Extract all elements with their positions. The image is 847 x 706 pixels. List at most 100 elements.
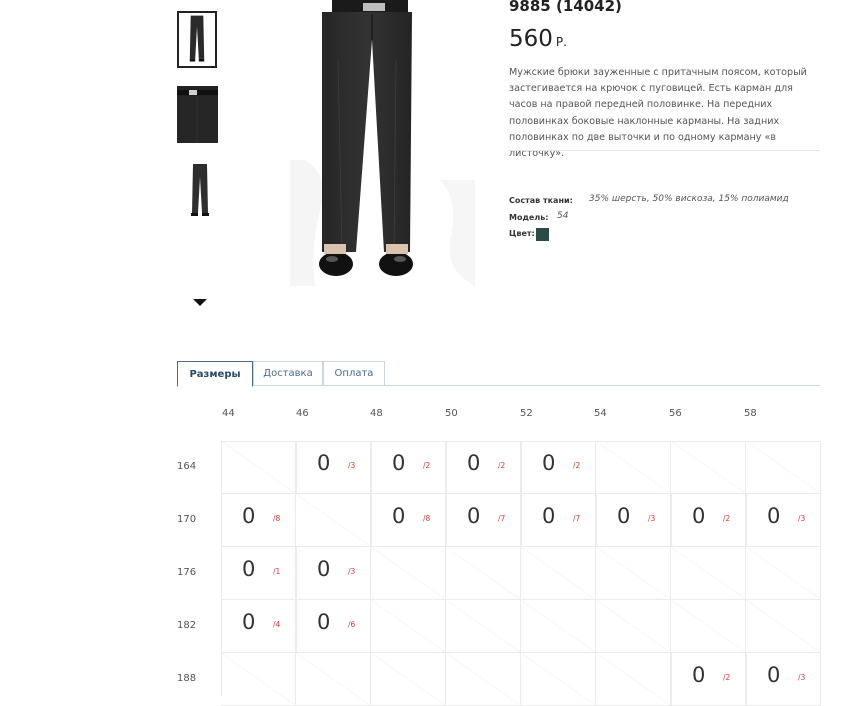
size-cell-available[interactable]: 0/3 <box>296 441 371 494</box>
size-column-header: 56 <box>669 408 682 419</box>
size-stock-count: /3 <box>348 567 356 576</box>
size-stock-count: /2 <box>498 461 506 470</box>
size-stock-count: /3 <box>348 461 356 470</box>
size-cell-unavailable <box>221 653 296 706</box>
size-stock-count: /2 <box>723 514 731 523</box>
height-row-header: 170 <box>177 514 197 525</box>
size-cell-available[interactable]: 0/2 <box>446 441 521 494</box>
info-divider <box>509 150 820 151</box>
size-cell-unavailable <box>296 494 371 547</box>
size-quantity[interactable]: 0 <box>242 504 255 528</box>
size-quantity[interactable]: 0 <box>317 610 330 634</box>
size-column-header: 50 <box>445 408 458 419</box>
size-column-header: 58 <box>744 408 757 419</box>
model-value: 54 <box>557 211 569 221</box>
size-column-header: 54 <box>594 408 607 419</box>
size-cell-available[interactable]: 0/2 <box>671 494 746 547</box>
color-swatch[interactable] <box>536 228 549 241</box>
size-cell-unavailable <box>371 547 446 600</box>
size-quantity[interactable]: 0 <box>542 451 555 475</box>
size-cell-unavailable <box>596 600 671 653</box>
size-cell-available[interactable]: 0/3 <box>596 494 671 547</box>
tab-sizes[interactable]: Размеры <box>177 361 253 387</box>
size-cell-unavailable <box>446 653 521 706</box>
size-cell-available[interactable]: 0/6 <box>296 600 371 653</box>
size-quantity[interactable]: 0 <box>392 451 405 475</box>
size-cell-unavailable <box>296 653 371 706</box>
size-stock-count: /8 <box>273 514 281 523</box>
size-column-header: 48 <box>370 408 383 419</box>
size-stock-count: /8 <box>423 514 431 523</box>
size-cell-available[interactable]: 0/7 <box>521 494 596 547</box>
size-cell-unavailable <box>521 600 596 653</box>
size-quantity[interactable]: 0 <box>767 663 780 687</box>
size-column-header: 46 <box>296 408 309 419</box>
size-quantity[interactable]: 0 <box>467 451 480 475</box>
size-quantity[interactable]: 0 <box>542 504 555 528</box>
height-row-header: 182 <box>177 620 197 631</box>
product-price: 560 Р. <box>509 26 567 52</box>
size-quantity[interactable]: 0 <box>617 504 630 528</box>
product-description: Мужские брюки зауженные с притачным пояс… <box>509 67 807 160</box>
size-cell-unavailable <box>221 441 296 494</box>
size-cell-available[interactable]: 0/3 <box>746 494 821 547</box>
size-cell-available[interactable]: 0/2 <box>671 653 746 706</box>
size-quantity[interactable]: 0 <box>317 557 330 581</box>
size-stock-count: /2 <box>423 461 431 470</box>
thumbnails-scroll-down-icon[interactable] <box>193 299 207 306</box>
size-quantity[interactable]: 0 <box>467 504 480 528</box>
size-column-header: 52 <box>520 408 533 419</box>
size-quantity[interactable]: 0 <box>242 557 255 581</box>
thumbnail-front[interactable] <box>177 11 217 68</box>
size-stock-count: /3 <box>798 673 806 682</box>
size-cell-unavailable <box>596 441 671 494</box>
size-cell-unavailable <box>671 441 746 494</box>
size-cell-available[interactable]: 0/7 <box>446 494 521 547</box>
size-cell-unavailable <box>746 441 821 494</box>
height-row-header: 164 <box>177 461 197 472</box>
size-cell-available[interactable]: 0/8 <box>371 494 446 547</box>
size-quantity[interactable]: 0 <box>317 451 330 475</box>
thumbnail-detail[interactable] <box>177 86 218 143</box>
size-quantity[interactable]: 0 <box>692 504 705 528</box>
size-quantity[interactable]: 0 <box>692 663 705 687</box>
product-article: 9885 (14042) <box>509 0 622 15</box>
size-stock-count: /3 <box>648 514 656 523</box>
size-quantity[interactable]: 0 <box>242 610 255 634</box>
price-value: 560 <box>509 26 553 52</box>
size-cell-unavailable <box>521 547 596 600</box>
thumbnail-back[interactable] <box>177 161 223 218</box>
tab-delivery[interactable]: Доставка <box>253 361 323 386</box>
height-row-header: 176 <box>177 567 197 578</box>
size-quantity[interactable]: 0 <box>392 504 405 528</box>
size-cell-available[interactable]: 0/8 <box>221 494 296 547</box>
size-cell-unavailable <box>371 653 446 706</box>
model-label: Модель: <box>509 213 549 222</box>
price-currency: Р. <box>555 35 567 49</box>
height-row-header: 188 <box>177 673 197 684</box>
color-label: Цвет: <box>509 229 535 238</box>
tab-payment[interactable]: Оплата <box>323 361 385 386</box>
pants-detail-thumbnail-image <box>177 86 218 143</box>
size-cell-unavailable <box>671 600 746 653</box>
size-stock-count: /7 <box>573 514 581 523</box>
composition-value: 35% шерсть, 50% вискоза, 15% полиамид <box>589 194 789 204</box>
size-cell-available[interactable]: 0/3 <box>296 547 371 600</box>
size-cell-unavailable <box>446 547 521 600</box>
size-column-header: 44 <box>222 408 235 419</box>
size-cell-available[interactable]: 0/4 <box>221 600 296 653</box>
size-stock-count: /3 <box>798 514 806 523</box>
size-stock-count: /7 <box>498 514 506 523</box>
size-cell-available[interactable]: 0/1 <box>221 547 296 600</box>
size-stock-count: /2 <box>573 461 581 470</box>
size-cell-available[interactable]: 0/2 <box>371 441 446 494</box>
size-stock-count: /4 <box>273 620 281 629</box>
size-cell-unavailable <box>746 547 821 600</box>
size-stock-count: /6 <box>348 620 356 629</box>
size-cell-available[interactable]: 0/3 <box>746 653 821 706</box>
composition-label: Состав ткани: <box>509 196 573 205</box>
size-cell-available[interactable]: 0/2 <box>521 441 596 494</box>
size-cell-unavailable <box>446 600 521 653</box>
size-stock-count: /1 <box>273 567 281 576</box>
size-quantity[interactable]: 0 <box>767 504 780 528</box>
